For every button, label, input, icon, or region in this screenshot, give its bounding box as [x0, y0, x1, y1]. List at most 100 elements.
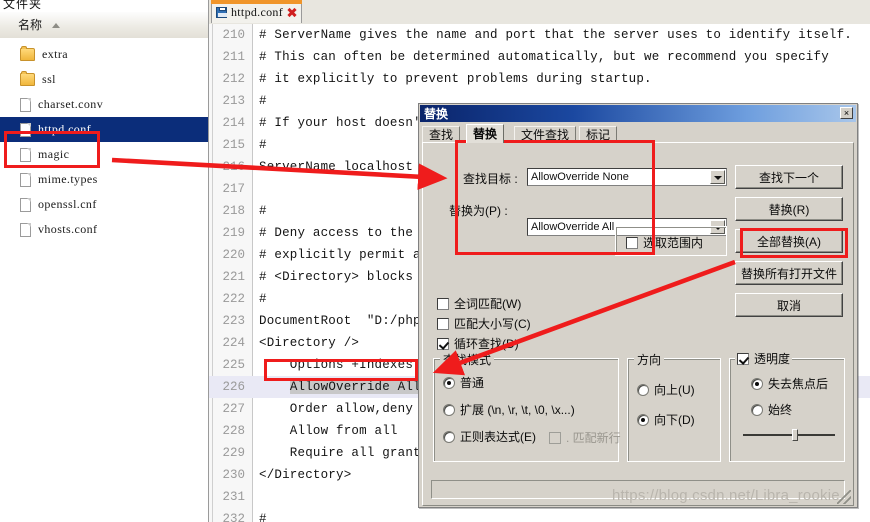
code-text: </Directory>	[259, 468, 352, 482]
line-number: 227	[222, 402, 245, 416]
tab-replace[interactable]: 替换	[466, 124, 505, 143]
slider-thumb[interactable]	[792, 429, 799, 441]
line-number: 224	[222, 336, 245, 350]
line-number: 232	[222, 512, 245, 522]
replace-button[interactable]: 替换(R)	[735, 197, 843, 221]
dialog-title-bar[interactable]: 替换 ×	[420, 105, 856, 122]
search-mode-extended-radio[interactable]: 扩展 (\n, \r, \t, \0, \x...)	[443, 401, 575, 418]
replace-all-open-files-button[interactable]: 替换所有打开文件	[735, 261, 843, 285]
wrap-around-label: 循环查找(D)	[454, 337, 519, 351]
code-line[interactable]: 211 # This can often be determined automa…	[209, 46, 870, 68]
column-header-name[interactable]: 名称	[18, 16, 42, 33]
transparency-always-label: 始终	[768, 403, 793, 417]
direction-down-radio[interactable]: 向下(D)	[637, 411, 695, 428]
file-list[interactable]: extra ssl charset.conv httpd.conf magic …	[0, 42, 208, 520]
slider-track	[743, 434, 835, 436]
code-line[interactable]: 212 # it explicitly to prevent problems d…	[209, 68, 870, 90]
transparency-checkbox[interactable]: 透明度	[735, 350, 793, 367]
search-mode-regex-label: 正则表达式(E)	[460, 430, 536, 444]
code-text: ServerName localhost	[259, 160, 414, 174]
file-icon	[20, 197, 31, 212]
whole-word-checkbox[interactable]: 全词匹配(W)	[437, 295, 521, 312]
code-text: Order allow,deny	[259, 402, 414, 416]
close-icon[interactable]	[286, 7, 297, 18]
line-number: 228	[222, 424, 245, 438]
search-mode-normal-label: 普通	[460, 376, 485, 390]
find-next-button[interactable]: 查找下一个	[735, 165, 843, 189]
line-number: 216	[222, 160, 245, 174]
radio-box[interactable]	[443, 376, 455, 389]
radio-box[interactable]	[751, 377, 763, 390]
line-number: 229	[222, 446, 245, 460]
line-number: 212	[222, 72, 245, 86]
checkbox-box[interactable]	[437, 337, 449, 350]
list-item[interactable]: extra	[0, 42, 208, 67]
line-number: 231	[222, 490, 245, 504]
direction-up-label: 向上(U)	[654, 383, 695, 397]
line-number: 213	[222, 94, 245, 108]
selected-text: AllowOverride All	[289, 380, 421, 394]
match-case-checkbox[interactable]: 匹配大小写(C)	[437, 315, 531, 332]
file-icon	[20, 97, 31, 112]
code-text: #	[259, 94, 267, 108]
cancel-button[interactable]: 取消	[735, 293, 843, 317]
match-case-label: 匹配大小写(C)	[454, 317, 531, 331]
code-line[interactable]: 210 # ServerName gives the name and port …	[209, 24, 870, 46]
list-item[interactable]: openssl.cnf	[0, 192, 208, 217]
checkbox-box[interactable]	[437, 317, 449, 330]
transparency-always-radio[interactable]: 始终	[751, 401, 792, 418]
search-mode-regex-radio[interactable]: 正则表达式(E)	[443, 428, 536, 445]
line-number: 219	[222, 226, 245, 240]
list-item[interactable]: charset.conv	[0, 92, 208, 117]
file-name: mime.types	[38, 172, 98, 186]
search-mode-caption: 查找模式	[440, 351, 495, 368]
file-icon	[20, 222, 31, 237]
annotation-box-allowoverride	[264, 359, 418, 381]
line-number: 220	[222, 248, 245, 262]
code-text: #	[259, 138, 267, 152]
editor-tab-bar: httpd.conf	[209, 0, 870, 25]
checkbox-box[interactable]	[437, 297, 449, 310]
list-item[interactable]: mime.types	[0, 167, 208, 192]
line-number: 230	[222, 468, 245, 482]
transparency-on-focus-lost-radio[interactable]: 失去焦点后	[751, 375, 828, 392]
code-text: Allow from all	[259, 424, 398, 438]
file-name: ssl	[42, 72, 56, 86]
match-newline-checkbox: . 匹配新行	[549, 429, 621, 446]
dialog-title: 替换	[424, 107, 449, 121]
radio-box[interactable]	[443, 403, 455, 416]
direction-up-radio[interactable]: 向上(U)	[637, 381, 695, 398]
radio-box[interactable]	[751, 403, 763, 416]
file-explorer-pane: 文件夹 名称 extra ssl charset.conv httpd.conf	[0, 0, 209, 522]
line-number: 214	[222, 116, 245, 130]
list-item[interactable]: ssl	[0, 67, 208, 92]
radio-box[interactable]	[637, 413, 649, 426]
line-number: 221	[222, 270, 245, 284]
file-name: vhosts.conf	[38, 222, 98, 236]
line-number: 215	[222, 138, 245, 152]
file-list-header[interactable]: 名称	[0, 12, 208, 40]
annotation-box-httpd-conf	[4, 131, 100, 168]
match-newline-label: . 匹配新行	[566, 431, 621, 445]
editor-tab-httpd-conf[interactable]: httpd.conf	[211, 0, 302, 23]
search-mode-normal-radio[interactable]: 普通	[443, 374, 484, 391]
close-icon[interactable]: ×	[840, 107, 853, 119]
chevron-down-icon[interactable]	[710, 170, 725, 184]
radio-box[interactable]	[443, 430, 455, 443]
list-item[interactable]: vhosts.conf	[0, 217, 208, 242]
transparency-on-focus-lost-label: 失去焦点后	[768, 377, 829, 391]
annotation-box-find-fields	[455, 140, 655, 255]
search-mode-extended-label: 扩展 (\n, \r, \t, \0, \x...)	[460, 403, 575, 417]
radio-box[interactable]	[637, 383, 649, 396]
wrap-around-checkbox[interactable]: 循环查找(D)	[437, 335, 519, 352]
code-line[interactable]: 232 #	[209, 508, 870, 522]
whole-word-label: 全词匹配(W)	[454, 297, 522, 311]
file-name: openssl.cnf	[38, 197, 97, 211]
transparency-slider[interactable]	[743, 429, 835, 441]
code-text: #	[259, 292, 267, 306]
checkbox-box[interactable]	[737, 352, 749, 365]
checkbox-box	[549, 431, 561, 444]
line-number: 218	[222, 204, 245, 218]
line-number: 217	[222, 182, 245, 196]
folder-icon	[20, 46, 35, 61]
